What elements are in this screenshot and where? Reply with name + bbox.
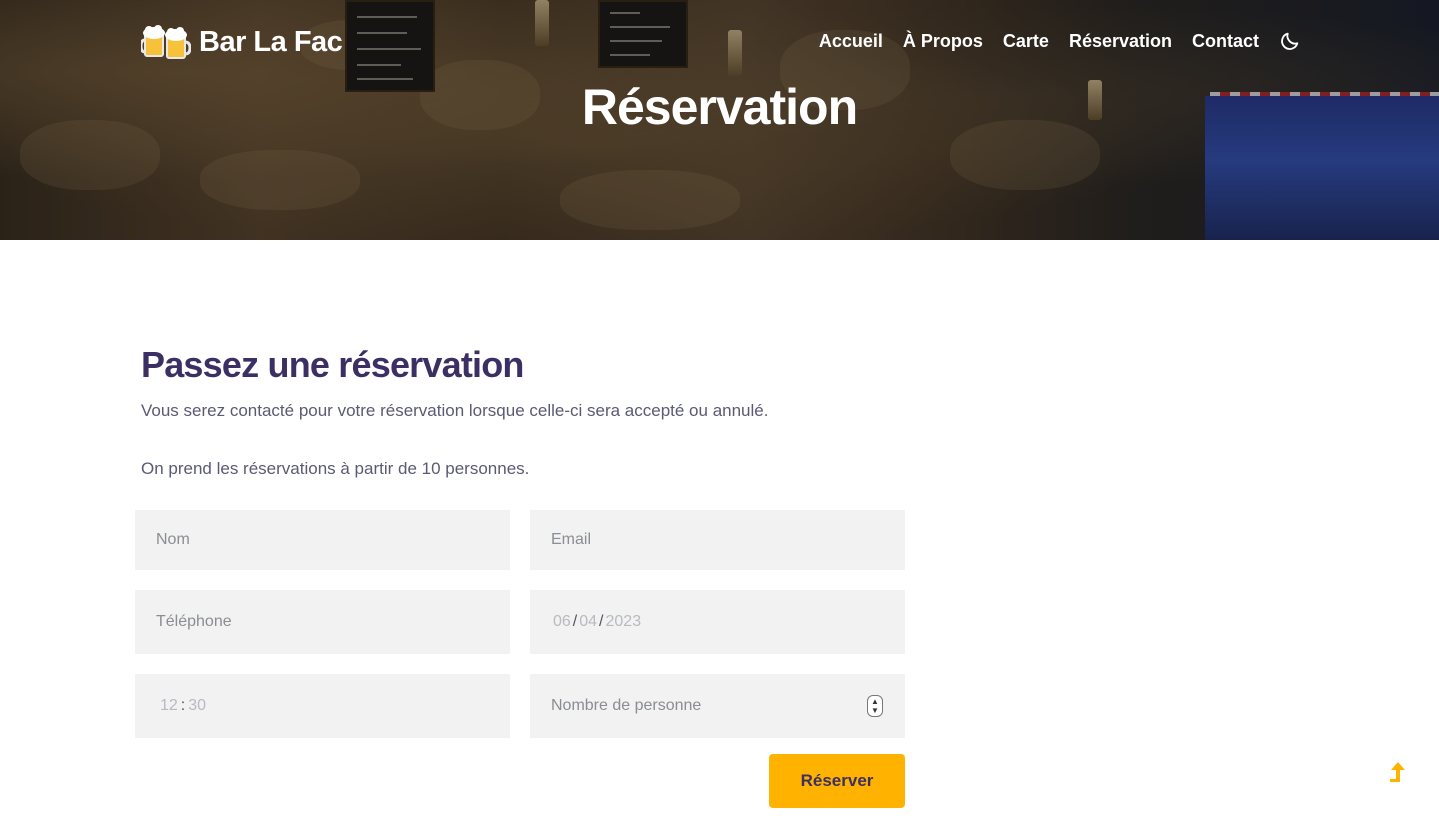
moon-icon[interactable]	[1279, 30, 1301, 52]
nav-reservation[interactable]: Réservation	[1069, 31, 1172, 52]
date-day[interactable]: 06	[553, 613, 571, 631]
site-logo[interactable]: Bar La Fac	[139, 20, 343, 64]
name-input[interactable]	[135, 510, 510, 570]
spinner-down-icon[interactable]: ▼	[871, 706, 879, 715]
date-month[interactable]: 04	[579, 613, 597, 631]
info-contact-text: Vous serez contacté pour votre réservati…	[141, 401, 769, 420]
people-number-field: ▲ ▼	[530, 674, 905, 738]
date-input[interactable]: 06 / 04 / 2023	[530, 590, 905, 654]
phone-input[interactable]	[135, 590, 510, 654]
reserve-button[interactable]: Réserver	[769, 754, 905, 808]
number-spinner[interactable]: ▲ ▼	[867, 695, 883, 717]
date-separator: /	[599, 613, 604, 630]
nav-contact[interactable]: Contact	[1192, 31, 1259, 52]
main-nav: Accueil À Propos Carte Réservation Conta…	[799, 30, 1301, 52]
time-input[interactable]: 12 : 30	[135, 674, 510, 738]
brand-name: Bar La Fac	[199, 25, 343, 58]
people-input[interactable]	[530, 674, 905, 738]
date-year[interactable]: 2023	[606, 613, 642, 631]
page-title: Réservation	[581, 79, 858, 135]
time-hour[interactable]: 12	[160, 697, 178, 715]
arrow-up-icon[interactable]	[1386, 760, 1406, 784]
time-separator: :	[180, 697, 186, 714]
form-title: Passez une réservation	[141, 344, 524, 385]
info-min-people-text: On prend les réservations à partir de 10…	[141, 459, 530, 478]
nav-carte[interactable]: Carte	[1003, 31, 1049, 52]
email-input[interactable]	[530, 510, 905, 570]
nav-a-propos[interactable]: À Propos	[903, 31, 983, 52]
spinner-up-icon[interactable]: ▲	[871, 697, 879, 706]
beer-mugs-icon	[139, 20, 192, 64]
time-minute[interactable]: 30	[188, 697, 206, 715]
date-separator: /	[572, 613, 578, 630]
nav-accueil[interactable]: Accueil	[819, 31, 883, 52]
